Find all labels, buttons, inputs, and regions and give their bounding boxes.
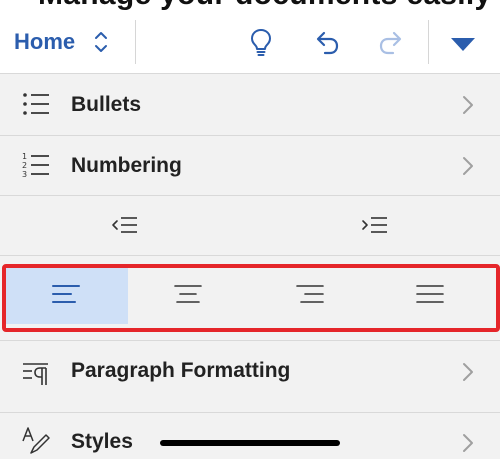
bullets-icon <box>23 93 49 115</box>
svg-text:3: 3 <box>22 170 27 179</box>
chevron-up-down-icon <box>95 32 108 52</box>
indent-row <box>0 196 500 254</box>
paragraph-formatting-icon <box>23 363 48 385</box>
toolbar-divider <box>135 20 136 64</box>
styles-row[interactable]: Styles <box>0 413 500 459</box>
redo-icon[interactable] <box>376 27 406 57</box>
paragraph-formatting-row[interactable]: Paragraph Formatting <box>0 341 500 411</box>
home-tab-label: Home <box>14 29 76 54</box>
styles-icon <box>22 427 50 454</box>
triangle-down-icon[interactable] <box>448 29 478 59</box>
svg-text:1: 1 <box>22 152 27 161</box>
numbering-icon: 1 2 3 <box>22 152 49 179</box>
row-divider <box>0 255 500 256</box>
lightbulb-icon[interactable] <box>246 27 276 57</box>
undo-icon[interactable] <box>312 27 342 57</box>
bullets-row[interactable]: Bullets <box>0 74 500 134</box>
home-indicator-bar[interactable] <box>160 440 340 446</box>
bullets-label: Bullets <box>71 93 142 116</box>
styles-label: Styles <box>71 430 133 453</box>
home-tab-switcher[interactable]: Home <box>14 22 109 62</box>
ribbon-toolbar: Home <box>0 14 500 70</box>
numbering-row[interactable]: 1 2 3 Numbering <box>0 136 500 194</box>
chevron-right-icon <box>463 96 473 114</box>
svg-text:2: 2 <box>22 161 27 170</box>
alignment-highlight-box <box>2 264 500 332</box>
toolbar-divider <box>428 20 429 64</box>
numbering-label: Numbering <box>71 154 182 177</box>
chevron-right-icon <box>463 157 473 175</box>
chevron-right-icon <box>463 434 473 452</box>
partial-header-text: Manage your documents easily <box>38 0 492 12</box>
paragraph-formatting-label: Paragraph Formatting <box>71 359 291 382</box>
decrease-indent-icon[interactable] <box>111 215 139 235</box>
increase-indent-icon[interactable] <box>361 215 389 235</box>
chevron-right-icon <box>463 363 473 381</box>
